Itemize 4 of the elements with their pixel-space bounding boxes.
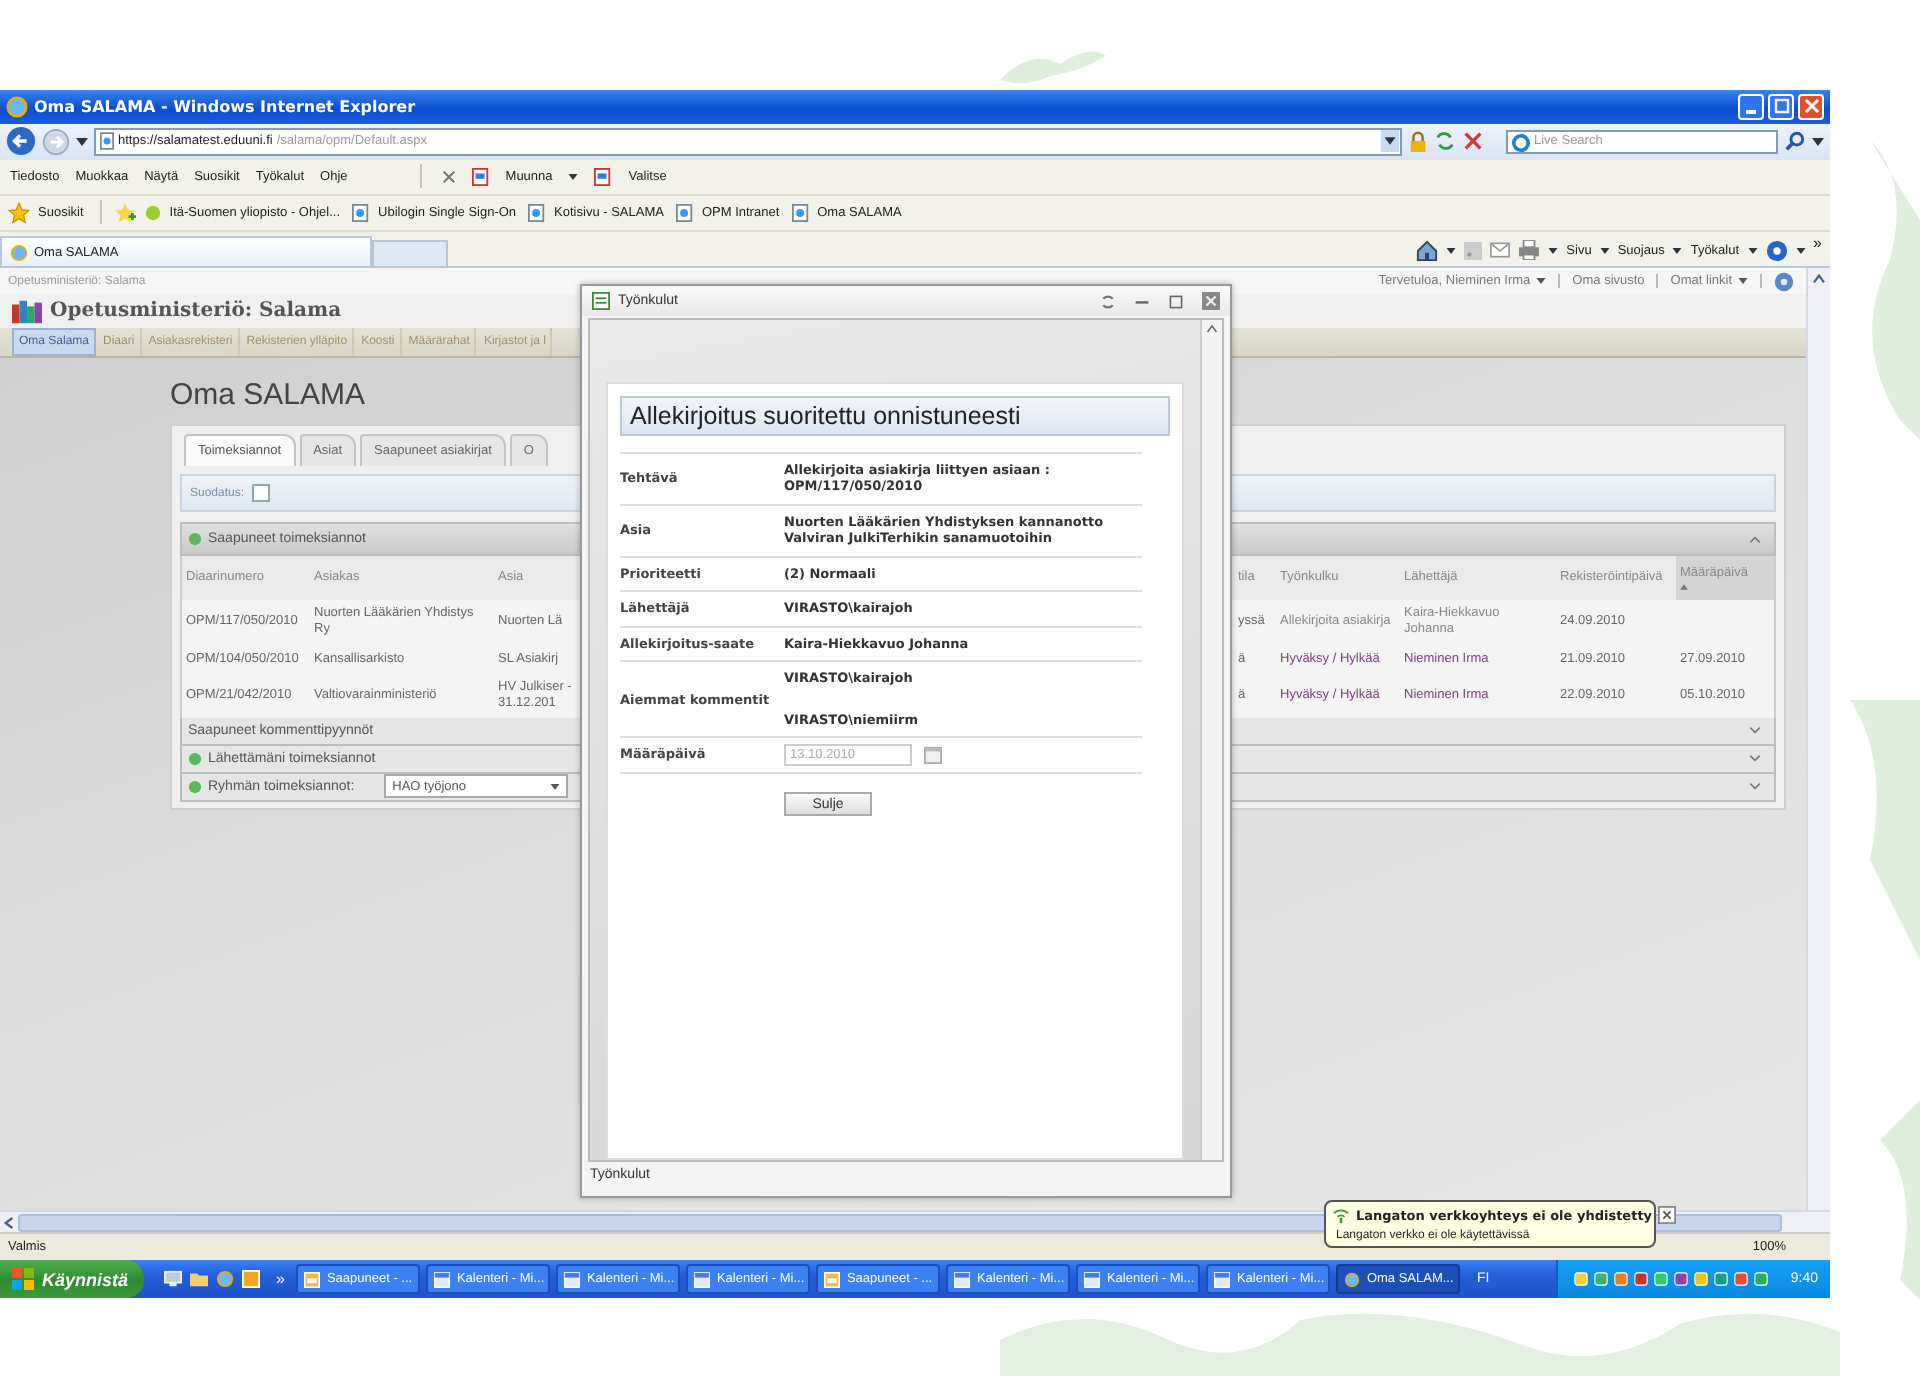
result-heading: Allekirjoitus suoritettu onnistuneesti <box>620 396 1170 436</box>
site-title: Opetusministeriö: Salama <box>50 300 342 323</box>
page-heading: Oma SALAMA <box>170 378 366 417</box>
window-title: Oma SALAMA - Windows Internet Explorer <box>34 97 416 116</box>
